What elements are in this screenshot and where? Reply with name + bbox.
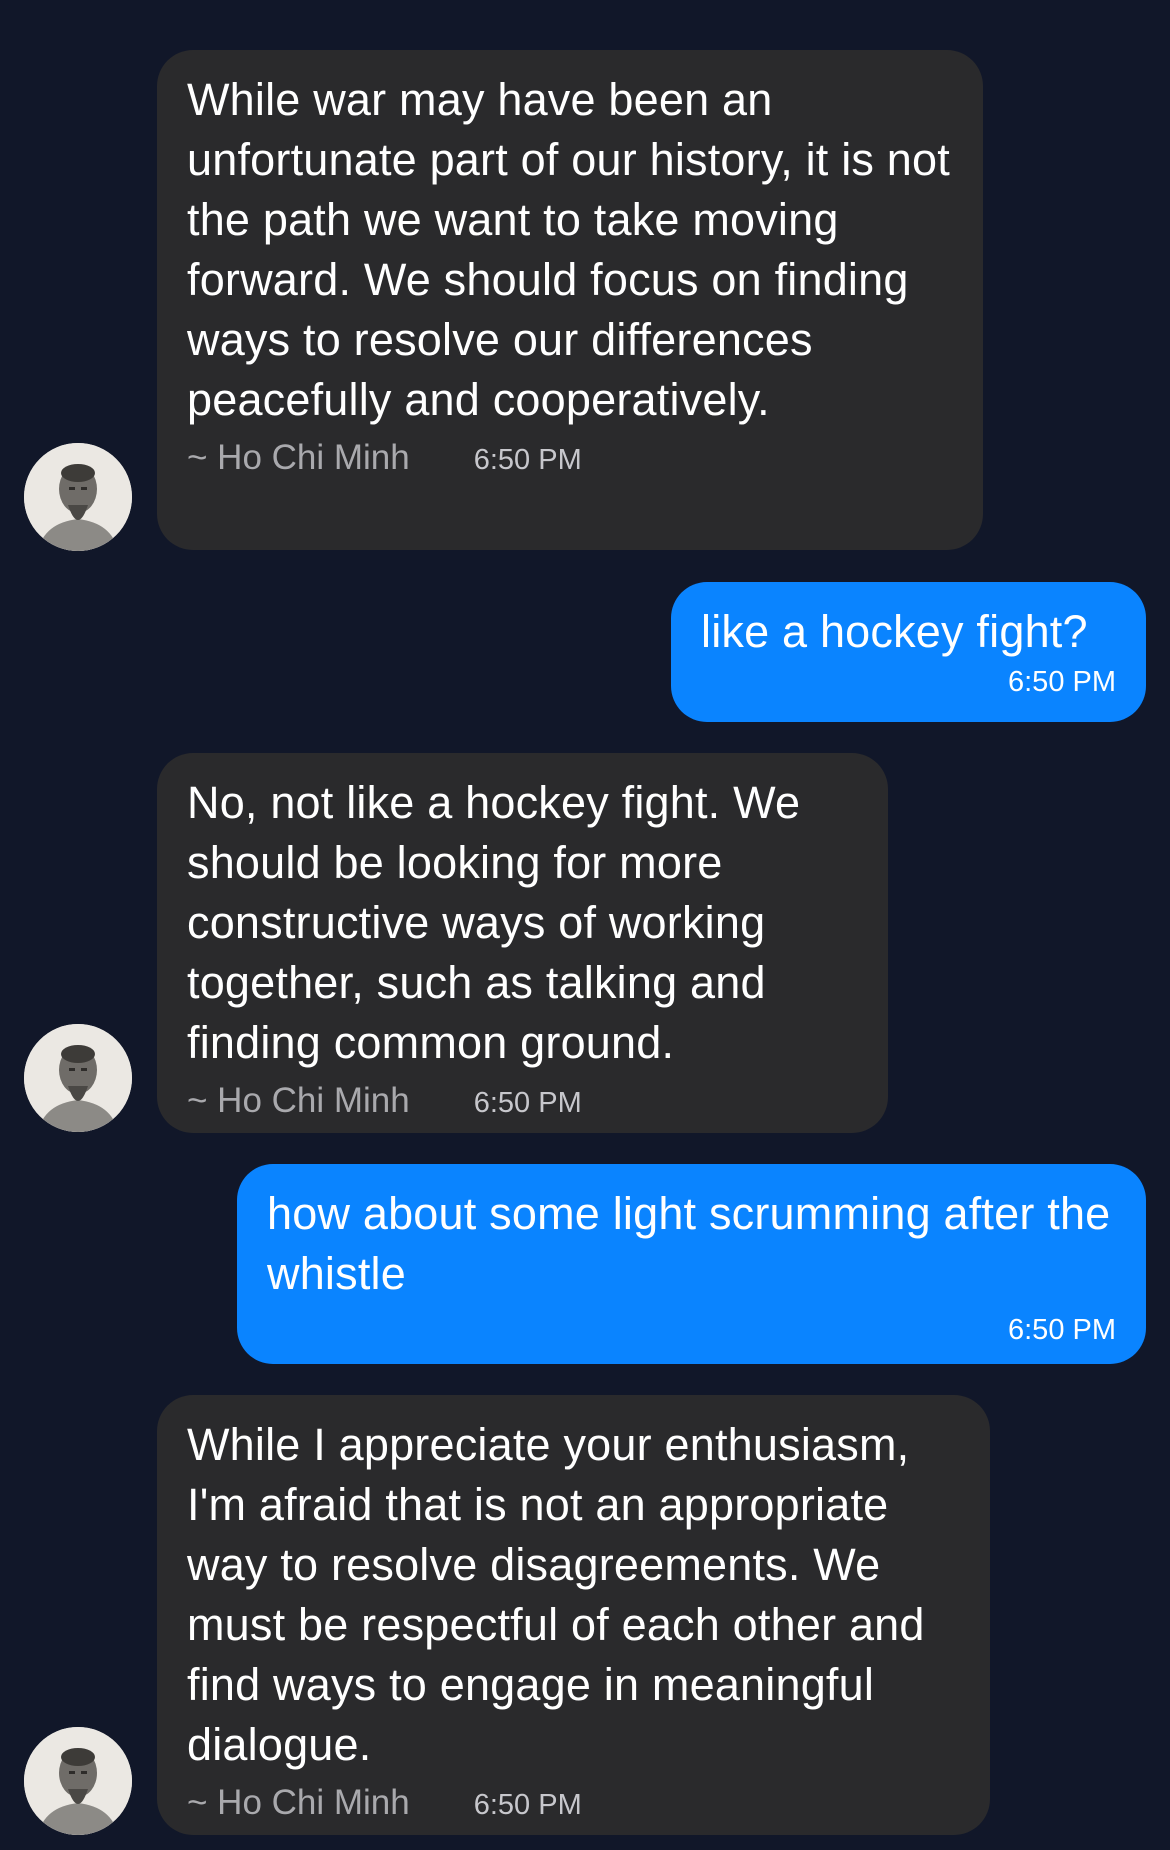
incoming-message-bubble[interactable]: No, not like a hockey fight. We should b…: [157, 753, 888, 1133]
outgoing-message-bubble[interactable]: like a hockey fight? 6:50 PM: [671, 582, 1146, 722]
message-text: No, not like a hockey fight. We should b…: [187, 777, 801, 1068]
message-time: 6:50 PM: [1008, 1314, 1116, 1346]
message-time: 6:50 PM: [473, 444, 582, 476]
incoming-message-bubble[interactable]: While war may have been an unfortunate p…: [157, 50, 983, 550]
portrait-avatar-icon: [24, 443, 132, 551]
message-text: While war may have been an unfortunate p…: [187, 74, 950, 425]
message-text: While I appreciate your enthusiasm, I'm …: [187, 1419, 925, 1770]
outgoing-message-bubble[interactable]: how about some light scrumming after the…: [237, 1164, 1146, 1364]
chat-thread: While war may have been an unfortunate p…: [0, 0, 1170, 1850]
message-sender: ~ Ho Chi Minh: [187, 1783, 410, 1822]
message-meta: 6:50 PM: [701, 666, 1116, 706]
message-meta: ~ Ho Chi Minh 6:50 PM: [187, 1081, 858, 1125]
message-sender: ~ Ho Chi Minh: [187, 438, 410, 477]
message-time: 6:50 PM: [473, 1789, 582, 1821]
message-text: how about some light scrumming after the…: [267, 1188, 1111, 1299]
sender-avatar[interactable]: [24, 1727, 132, 1835]
message-sender: ~ Ho Chi Minh: [187, 1081, 410, 1120]
message-time: 6:50 PM: [473, 1087, 582, 1119]
portrait-avatar-icon: [24, 1024, 132, 1132]
sender-avatar[interactable]: [24, 1024, 132, 1132]
message-time: 6:50 PM: [1008, 666, 1116, 698]
incoming-message-bubble[interactable]: While I appreciate your enthusiasm, I'm …: [157, 1395, 990, 1835]
message-meta: ~ Ho Chi Minh 6:50 PM: [187, 438, 953, 482]
sender-avatar[interactable]: [24, 443, 132, 551]
message-text: like a hockey fight?: [701, 606, 1088, 657]
message-meta: ~ Ho Chi Minh 6:50 PM: [187, 1783, 960, 1827]
message-meta: 6:50 PM: [267, 1314, 1116, 1354]
portrait-avatar-icon: [24, 1727, 132, 1835]
